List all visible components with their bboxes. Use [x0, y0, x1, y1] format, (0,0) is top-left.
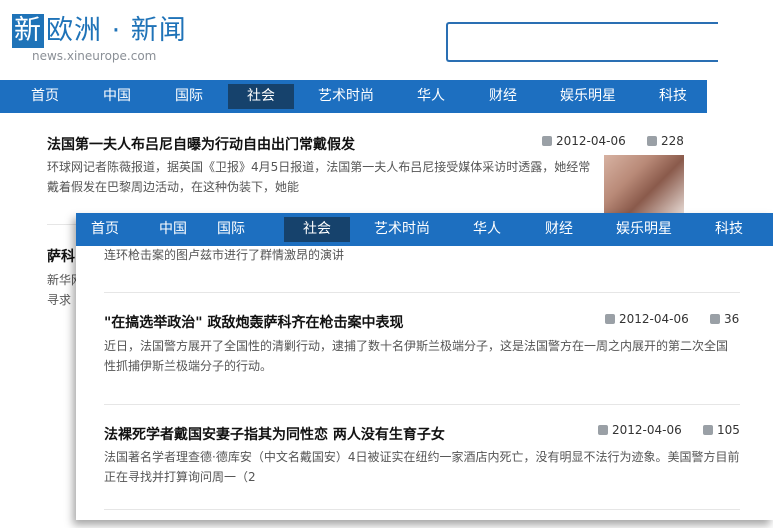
divider [104, 404, 740, 405]
logo-mark: 新 [12, 14, 44, 48]
nav-society[interactable]: 社会 [284, 217, 350, 242]
clock-icon [542, 136, 552, 146]
nav-chinese[interactable]: 华人 [460, 217, 514, 242]
zoom-panel: 连环枪击案的图卢兹市进行了群情激昂的演讲 "在搞选举政治" 政敌炮轰萨科齐在枪击… [76, 213, 773, 520]
nav-finance[interactable]: 财经 [476, 84, 530, 109]
clock-icon [598, 425, 608, 435]
divider [104, 292, 740, 293]
logo-text: 欧洲 [46, 15, 102, 46]
partial-summary: 连环枪击案的图卢兹市进行了群情激昂的演讲 [104, 248, 345, 262]
article-thumbnail[interactable] [604, 155, 684, 213]
nav-entertainment[interactable]: 娱乐明星 [552, 84, 624, 109]
nav-society[interactable]: 社会 [228, 84, 294, 109]
article-title[interactable]: 法国第一夫人布吕尼自曝为行动自由出门常戴假发 [47, 134, 355, 154]
comment-icon [710, 314, 720, 324]
nav-international[interactable]: 国际 [162, 84, 216, 109]
nav-art-fashion[interactable]: 艺术时尚 [310, 84, 382, 109]
article-comments: 228 [647, 134, 684, 148]
nav-tech[interactable]: 科技 [702, 217, 756, 242]
article-summary: 近日，法国警方展开了全国性的清剿行动，逮捕了数十名伊斯兰极端分子，这是法国警方在… [104, 339, 729, 373]
article-date: 2012-04-06 [598, 423, 682, 437]
article-comments: 105 [703, 423, 740, 437]
nav-finance[interactable]: 财经 [532, 217, 586, 242]
article-date: 2012-04-06 [605, 312, 689, 326]
clock-icon [605, 314, 615, 324]
article-title[interactable]: "在搞选举政治" 政敌炮轰萨科齐在枪击案中表现 [104, 312, 403, 332]
divider [47, 224, 77, 225]
article-title-partial[interactable]: 萨科 [47, 246, 75, 266]
nav-home[interactable]: 首页 [78, 217, 132, 242]
comment-icon [703, 425, 713, 435]
site-logo[interactable]: 新欧洲 · 新闻 news.xineurope.com [12, 14, 187, 64]
nav-tech[interactable]: 科技 [646, 84, 700, 109]
search-input[interactable] [446, 22, 718, 62]
nav-art-fashion[interactable]: 艺术时尚 [366, 217, 438, 242]
nav-home[interactable]: 首页 [18, 84, 72, 109]
nav-international[interactable]: 国际 [204, 217, 258, 242]
overlay-nav: 首页 中国 国际 社会 艺术时尚 华人 财经 娱乐明星 科技 [76, 213, 773, 246]
article-date: 2012-04-06 [542, 134, 626, 148]
logo-url: news.xineurope.com [32, 49, 157, 63]
article-summary: 环球网记者陈薇报道，据英国《卫报》4月5日报道，法国第一夫人布吕尼接受媒体采访时… [47, 160, 591, 194]
comment-icon [647, 136, 657, 146]
nav-chinese[interactable]: 华人 [404, 84, 458, 109]
nav-entertainment[interactable]: 娱乐明星 [608, 217, 680, 242]
article-comments: 36 [710, 312, 739, 326]
main-nav: 首页 中国 国际 社会 艺术时尚 华人 财经 娱乐明星 科技 [0, 80, 707, 113]
article-summary: 法国著名学者理查德·德库安（中文名戴国安）4日被证实在纽约一家酒店内死亡，没有明… [104, 450, 740, 484]
nav-china[interactable]: 中国 [146, 217, 200, 242]
article-title[interactable]: 法裸死学者戴国安妻子指其为同性恋 两人没有生育子女 [104, 424, 445, 444]
nav-china[interactable]: 中国 [90, 84, 144, 109]
logo-dot: · [111, 15, 122, 46]
logo-news: 新闻 [130, 15, 187, 46]
divider [104, 509, 740, 510]
